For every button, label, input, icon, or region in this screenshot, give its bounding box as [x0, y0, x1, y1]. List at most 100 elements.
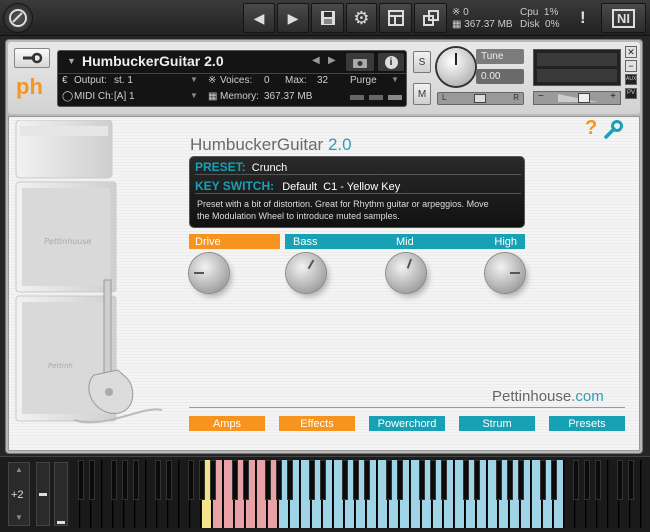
black-key[interactable]	[594, 460, 602, 500]
piano-keyboard[interactable]	[70, 460, 642, 528]
midi-channel-value[interactable]: [A] 1	[114, 91, 135, 102]
black-key[interactable]	[363, 460, 371, 500]
amps-tab[interactable]: Amps	[189, 416, 265, 431]
black-key[interactable]	[286, 460, 294, 500]
system-stats: ※ 0 ▦ 367.37 MB	[452, 7, 513, 31]
brand-url[interactable]: Pettinhouse.com	[492, 388, 604, 405]
wheel-handle[interactable]	[57, 521, 65, 524]
black-key[interactable]	[319, 460, 327, 500]
output-value[interactable]: st. 1	[114, 75, 133, 86]
black-key[interactable]	[264, 460, 272, 500]
black-key[interactable]	[121, 460, 129, 500]
memory-icon: ▦	[452, 19, 462, 30]
minimize-view-button[interactable]	[414, 3, 447, 33]
strum-tab[interactable]: Strum	[459, 416, 535, 431]
volume-down-icon[interactable]: −	[538, 91, 544, 102]
black-key[interactable]	[242, 460, 250, 500]
warning-icon[interactable]: !	[580, 8, 586, 28]
drive-knob[interactable]	[189, 253, 229, 293]
tune-value[interactable]: 0.00	[476, 69, 524, 84]
black-key[interactable]	[110, 460, 118, 500]
black-key[interactable]	[187, 460, 195, 500]
black-key[interactable]	[462, 460, 470, 500]
close-icon[interactable]: ✕	[625, 46, 637, 58]
black-key[interactable]	[572, 460, 580, 500]
volume-handle[interactable]	[578, 93, 590, 103]
black-key[interactable]	[539, 460, 547, 500]
solo-button[interactable]: S	[413, 51, 431, 73]
snapshot-button[interactable]	[346, 53, 374, 71]
instrument-options-button[interactable]	[14, 48, 50, 68]
instrument-name[interactable]: HumbuckerGuitar 2.0	[82, 53, 224, 69]
black-key[interactable]	[154, 460, 162, 500]
black-key[interactable]	[88, 460, 96, 500]
keyswitch-row[interactable]: KEY SWITCH: Default C1 - Yellow Key	[195, 179, 521, 194]
mid-knob[interactable]	[386, 253, 426, 293]
octave-up-icon[interactable]: ▲	[15, 465, 23, 474]
view-button[interactable]	[379, 3, 412, 33]
powerchord-tab[interactable]: Powerchord	[369, 416, 445, 431]
aux-button[interactable]: AUX	[625, 74, 637, 85]
minimize-icon[interactable]: −	[625, 60, 637, 72]
help-icon[interactable]: ?	[585, 117, 597, 140]
volume-up-icon[interactable]: +	[610, 91, 616, 102]
kontakt-logo-icon[interactable]	[3, 3, 33, 33]
pan-handle[interactable]	[474, 94, 486, 103]
black-key[interactable]	[440, 460, 448, 500]
previous-instrument-button[interactable]: ◀	[243, 3, 275, 33]
black-key[interactable]	[418, 460, 426, 500]
settings-button[interactable]: ⚙	[346, 3, 377, 33]
black-key[interactable]	[506, 460, 514, 500]
volume-slider[interactable]: − +	[533, 91, 621, 105]
black-key[interactable]	[616, 460, 624, 500]
mod-wheel[interactable]	[54, 462, 68, 526]
purge-dropdown-icon[interactable]: ▼	[391, 75, 399, 84]
black-key[interactable]	[583, 460, 591, 500]
collapse-arrow-icon[interactable]: ▼	[67, 56, 76, 66]
black-key[interactable]	[473, 460, 481, 500]
keyswitch-value[interactable]: Default C1 - Yellow Key	[282, 181, 400, 193]
black-key[interactable]	[517, 460, 525, 500]
black-key[interactable]	[165, 460, 173, 500]
presets-tab[interactable]: Presets	[549, 416, 625, 431]
max-voices-value[interactable]: 32	[317, 75, 328, 86]
mid-label: Mid	[396, 235, 414, 248]
black-key[interactable]	[396, 460, 404, 500]
black-key[interactable]	[627, 460, 635, 500]
black-key[interactable]	[231, 460, 239, 500]
ni-logo-button[interactable]: NI	[601, 3, 646, 33]
black-key[interactable]	[341, 460, 349, 500]
pan-slider[interactable]: L R	[437, 92, 524, 105]
purge-menu[interactable]: Purge	[350, 75, 377, 86]
next-preset-icon[interactable]: ▶	[328, 55, 336, 66]
black-key[interactable]	[550, 460, 558, 500]
tune-knob[interactable]	[437, 48, 475, 86]
octave-down-icon[interactable]: ▼	[15, 513, 23, 522]
wheel-handle[interactable]	[39, 493, 47, 496]
preset-value[interactable]: Crunch	[252, 162, 287, 174]
high-knob[interactable]	[485, 253, 525, 293]
black-key[interactable]	[429, 460, 437, 500]
prev-preset-icon[interactable]: ◀	[312, 55, 320, 66]
black-key[interactable]	[385, 460, 393, 500]
black-key[interactable]	[275, 460, 283, 500]
black-key[interactable]	[308, 460, 316, 500]
next-instrument-button[interactable]: ▶	[277, 3, 309, 33]
black-key[interactable]	[132, 460, 140, 500]
black-key[interactable]	[77, 460, 85, 500]
black-key[interactable]	[352, 460, 360, 500]
output-dropdown-icon[interactable]: ▼	[190, 75, 198, 84]
pv-button[interactable]: PV	[625, 88, 637, 99]
wrench-settings-icon[interactable]	[603, 120, 623, 143]
pitch-wheel[interactable]	[36, 462, 50, 526]
info-button[interactable]: i	[378, 53, 404, 71]
midi-dropdown-icon[interactable]: ▼	[190, 91, 198, 100]
save-menu-button[interactable]	[311, 3, 344, 33]
black-key[interactable]	[495, 460, 503, 500]
mute-button[interactable]: M	[413, 83, 431, 105]
black-key[interactable]	[198, 460, 206, 500]
bass-knob[interactable]	[286, 253, 326, 293]
effects-tab[interactable]: Effects	[279, 416, 355, 431]
black-key[interactable]	[209, 460, 217, 500]
preset-row[interactable]: PRESET: Crunch	[195, 160, 521, 175]
